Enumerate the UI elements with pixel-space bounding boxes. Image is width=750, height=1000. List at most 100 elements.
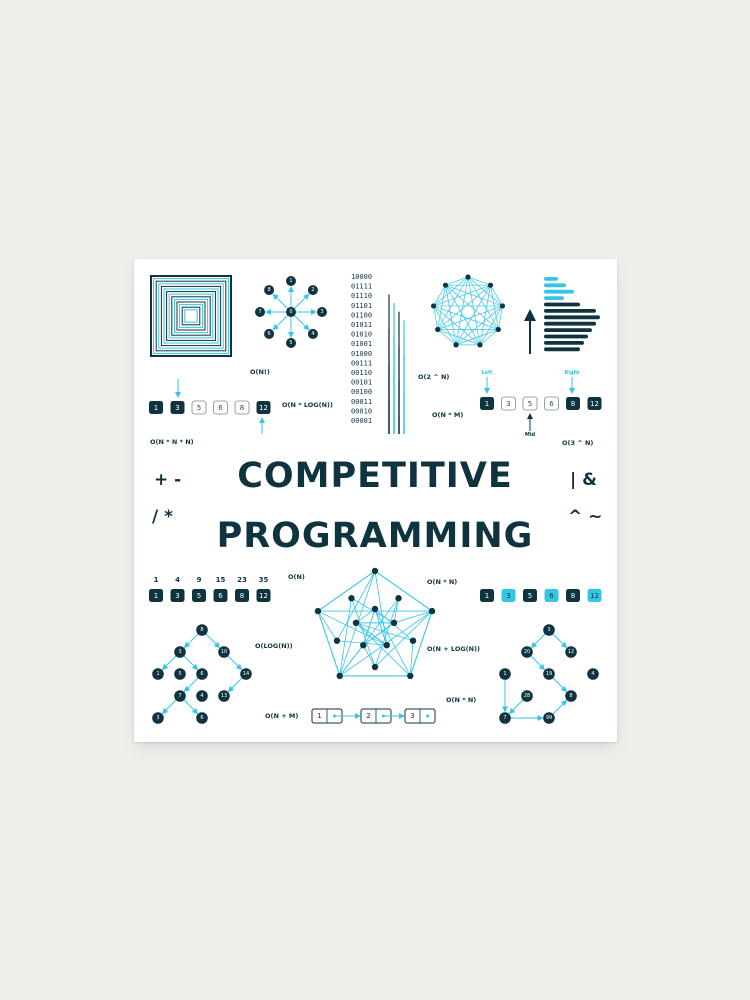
prefix-sum-value: 15 [216,576,226,584]
nested-square [179,304,203,328]
array-cell-value: 1 [154,404,158,412]
array-cell-value: 8 [240,592,244,600]
binary-string: 00010 [351,407,372,415]
tree-node-label: 1 [156,671,159,677]
prefix-sum-value: 35 [259,576,269,584]
sort-bar [544,315,600,320]
graph-node [314,607,322,615]
right-pointer-label: Right [564,370,580,376]
tree-node-label: 8 [200,627,203,633]
graph-node [495,326,501,333]
tree-node-label: 7 [503,715,506,721]
sort-bar [544,283,566,288]
sort-bar [544,309,596,313]
tree-edge [205,633,221,649]
graph-node [352,619,360,627]
complexity-cubic: O(N * N * N) [150,438,194,446]
tree-node-label: 3 [178,649,181,655]
complexity-n-plus-m: O(N + M) [265,712,298,720]
dense-graph-edge [339,644,364,677]
array-cell-value: 12 [259,592,268,600]
graph-node-label: 7 [258,309,261,315]
sort-bar [544,277,558,281]
complexity-quadratic: O(N * N) [427,578,457,586]
graph-node [371,663,379,671]
symbol-divide-multiply: / * [152,507,173,527]
binary-string: 00110 [351,369,372,377]
binary-search-tree-left: 8 3 10 1 6 14 4 7 13 5 3 6 [152,624,252,724]
mid-pointer-label: Mid [525,432,536,438]
graph-node-label: 2 [311,287,314,293]
array-cell-value: 8 [240,404,244,412]
binary-string: 01110 [351,292,372,300]
array-cell-value: 12 [590,592,599,600]
title-line-1: COMPETITIVE [237,456,513,496]
complexity-n-plus-log: O(N + LOG(N)) [427,645,480,653]
tree-edge [183,633,199,649]
complete-graph-edge [437,329,457,346]
tree-node-label: 12 [568,649,574,655]
complexity-factorial: O(N!) [250,368,270,376]
symbol-xor-not: ^ ~ [568,507,602,527]
poster-artwork: COMPETITIVE PROGRAMMING + - / * | & ^ ~ … [149,273,602,724]
sort-bar [544,289,574,294]
binary-string: 01011 [351,321,372,329]
array-cell-value: 6 [549,400,554,408]
graph-node [442,282,449,288]
symbol-plus-minus: + - [154,470,181,490]
graph-node [390,619,398,627]
graph-node [407,672,414,680]
title-line-2: PROGRAMMING [217,516,534,556]
highlight-array: 1 3 5 6 8 12 [480,589,602,602]
binary-string: 00001 [351,417,372,425]
sort-bar [544,328,592,332]
tree-node-label: 10 [221,649,227,655]
binary-string: 00111 [351,359,372,367]
array-cell-value: 5 [197,404,201,412]
prefix-sum-value: 23 [237,576,247,584]
graph-node [428,607,436,615]
dense-graph-edge [317,610,387,646]
prefix-sum-value: 4 [175,576,180,584]
binary-string: 01111 [351,283,372,291]
complete-graph-edge [445,276,469,286]
graph-node [360,641,367,649]
complete-graph-edge [467,276,491,286]
array-cell-value: 5 [528,592,532,600]
prefix-sum-value: 1 [154,576,159,584]
sort-bar [544,347,580,352]
array-cell-value: 1 [485,400,489,408]
linked-list: 1 2 3 [311,708,436,724]
array-cell-value: 8 [571,400,575,408]
linked-list-value: 1 [317,712,321,720]
nested-square [158,283,224,349]
dense-graph-edge [339,598,352,676]
complexity-n-times-m: O(N * M) [432,411,463,419]
sort-bar [544,341,584,345]
binary-string: 00101 [351,379,372,387]
binary-string: 01100 [351,311,372,319]
complexity-log: O(LOG(N)) [255,642,293,650]
tree-edge [508,699,524,715]
binary-search-array: Left Right Mid 1 3 5 6 8 12 [480,370,602,438]
tree-edge [183,677,199,693]
graph-node-label: 8 [267,287,270,293]
dense-graph-edge [362,644,376,668]
tree-node-label: 6 [200,715,203,721]
graph-node [430,303,437,309]
nested-square [168,293,214,339]
tree-node-label: 5 [178,671,181,677]
array-top-left: 1 3 5 6 8 12 [149,379,271,434]
pentagon-edge [374,570,433,612]
complexity-n-times-n-bottom: O(N * N) [446,696,476,704]
poster-print: COMPETITIVE PROGRAMMING + - / * | & ^ ~ … [134,259,617,742]
tree-edge [161,699,177,715]
binary-subset-list: 10000 0111101110 0110101100 01011 0101001001… [351,273,405,434]
complexity-n-log-n: O(N * LOG(N)) [282,401,333,409]
sort-bar [544,334,588,339]
tree-node-label: 3 [547,627,550,633]
array-cell-value: 6 [218,592,223,600]
complexity-linear: O(N) [288,573,305,581]
tree-node-label: 13 [221,693,227,699]
tree-edge [530,655,546,671]
